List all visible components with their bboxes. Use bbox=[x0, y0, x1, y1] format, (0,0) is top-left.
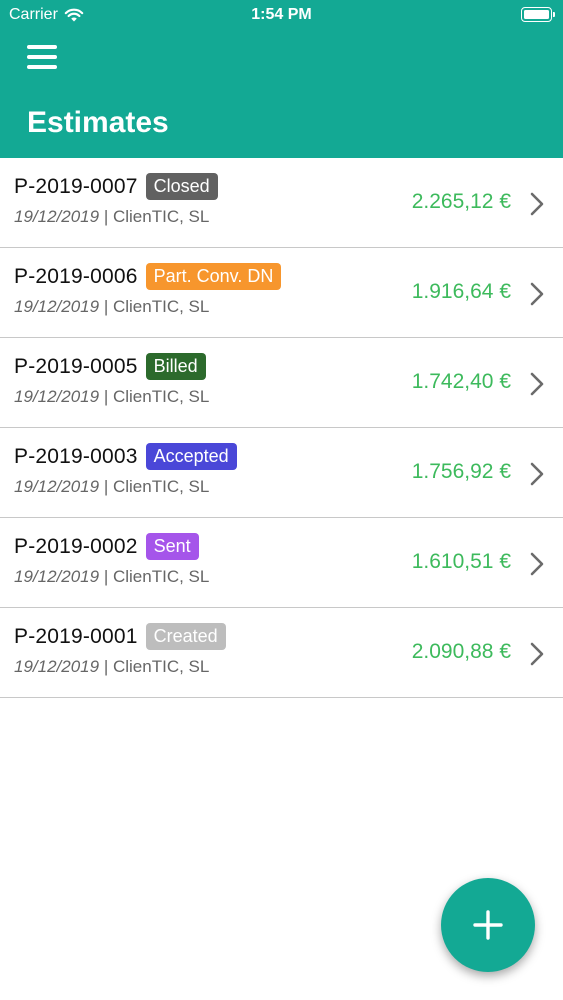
estimate-date: 19/12/2019 bbox=[14, 567, 100, 586]
estimate-number: P-2019-0007 bbox=[14, 174, 138, 198]
estimate-client: ClienTIC, SL bbox=[112, 657, 210, 676]
estimate-number: P-2019-0005 bbox=[14, 354, 138, 378]
estimate-row[interactable]: P-2019-0001 Created 19/12/2019 | ClienTI… bbox=[0, 608, 563, 698]
add-estimate-button[interactable] bbox=[441, 878, 535, 972]
estimate-number: P-2019-0006 bbox=[14, 264, 138, 288]
chevron-right-icon bbox=[530, 192, 544, 216]
status-badge: Created bbox=[145, 623, 226, 650]
estimate-meta: 19/12/2019 | ClienTIC, SL bbox=[14, 477, 209, 497]
meta-separator: | bbox=[99, 657, 113, 676]
estimate-row-header: P-2019-0001 Created bbox=[14, 623, 226, 650]
estimate-amount: 1.916,64 € bbox=[411, 280, 511, 303]
estimate-client: ClienTIC, SL bbox=[112, 567, 210, 586]
estimate-amount: 1.742,40 € bbox=[411, 370, 511, 393]
estimate-number: P-2019-0001 bbox=[14, 624, 138, 648]
estimate-row-header: P-2019-0002 Sent bbox=[14, 533, 199, 560]
meta-separator: | bbox=[99, 207, 113, 226]
meta-separator: | bbox=[99, 297, 113, 316]
hamburger-icon[interactable] bbox=[22, 40, 62, 74]
status-badge: Part. Conv. DN bbox=[145, 263, 282, 290]
status-bar: Carrier 1:54 PM bbox=[0, 0, 563, 30]
status-time: 1:54 PM bbox=[251, 6, 312, 23]
chevron-right-icon bbox=[530, 642, 544, 666]
estimate-amount: 1.756,92 € bbox=[411, 460, 511, 483]
estimate-date: 19/12/2019 bbox=[14, 297, 100, 316]
status-badge: Sent bbox=[145, 533, 199, 560]
estimate-row[interactable]: P-2019-0006 Part. Conv. DN 19/12/2019 | … bbox=[0, 248, 563, 338]
estimate-meta: 19/12/2019 | ClienTIC, SL bbox=[14, 387, 209, 407]
estimate-client: ClienTIC, SL bbox=[112, 387, 210, 406]
estimate-number: P-2019-0002 bbox=[14, 534, 138, 558]
app-header: Carrier 1:54 PM Estimates bbox=[0, 0, 563, 158]
meta-separator: | bbox=[99, 567, 113, 586]
estimate-number: P-2019-0003 bbox=[14, 444, 138, 468]
chevron-right-icon bbox=[530, 282, 544, 306]
meta-separator: | bbox=[99, 477, 113, 496]
battery-icon bbox=[521, 7, 555, 22]
chevron-right-icon bbox=[530, 462, 544, 486]
estimate-row-header: P-2019-0006 Part. Conv. DN bbox=[14, 263, 282, 290]
estimate-client: ClienTIC, SL bbox=[112, 207, 210, 226]
chevron-right-icon bbox=[530, 372, 544, 396]
chevron-right-icon bbox=[530, 552, 544, 576]
estimate-row-header: P-2019-0005 Billed bbox=[14, 353, 206, 380]
estimate-date: 19/12/2019 bbox=[14, 207, 100, 226]
status-badge: Accepted bbox=[145, 443, 237, 470]
plus-icon bbox=[473, 910, 503, 940]
status-badge: Closed bbox=[145, 173, 218, 200]
estimate-date: 19/12/2019 bbox=[14, 477, 100, 496]
estimate-amount: 2.265,12 € bbox=[411, 190, 511, 213]
estimate-meta: 19/12/2019 | ClienTIC, SL bbox=[14, 567, 209, 587]
estimate-client: ClienTIC, SL bbox=[112, 297, 210, 316]
status-badge: Billed bbox=[145, 353, 206, 380]
estimate-row-header: P-2019-0003 Accepted bbox=[14, 443, 237, 470]
estimate-row[interactable]: P-2019-0005 Billed 19/12/2019 | ClienTIC… bbox=[0, 338, 563, 428]
estimate-client: ClienTIC, SL bbox=[112, 477, 210, 496]
estimate-meta: 19/12/2019 | ClienTIC, SL bbox=[14, 657, 209, 677]
estimate-amount: 2.090,88 € bbox=[411, 640, 511, 663]
meta-separator: | bbox=[99, 387, 113, 406]
estimate-meta: 19/12/2019 | ClienTIC, SL bbox=[14, 297, 209, 317]
estimate-row-header: P-2019-0007 Closed bbox=[14, 173, 218, 200]
estimate-date: 19/12/2019 bbox=[14, 387, 100, 406]
estimates-list: P-2019-0007 Closed 19/12/2019 | ClienTIC… bbox=[0, 158, 563, 698]
estimate-amount: 1.610,51 € bbox=[411, 550, 511, 573]
estimate-meta: 19/12/2019 | ClienTIC, SL bbox=[14, 207, 209, 227]
estimate-row[interactable]: P-2019-0003 Accepted 19/12/2019 | ClienT… bbox=[0, 428, 563, 518]
page-title: Estimates bbox=[27, 106, 169, 139]
estimate-date: 19/12/2019 bbox=[14, 657, 100, 676]
estimate-row[interactable]: P-2019-0007 Closed 19/12/2019 | ClienTIC… bbox=[0, 158, 563, 248]
estimate-row[interactable]: P-2019-0002 Sent 19/12/2019 | ClienTIC, … bbox=[0, 518, 563, 608]
